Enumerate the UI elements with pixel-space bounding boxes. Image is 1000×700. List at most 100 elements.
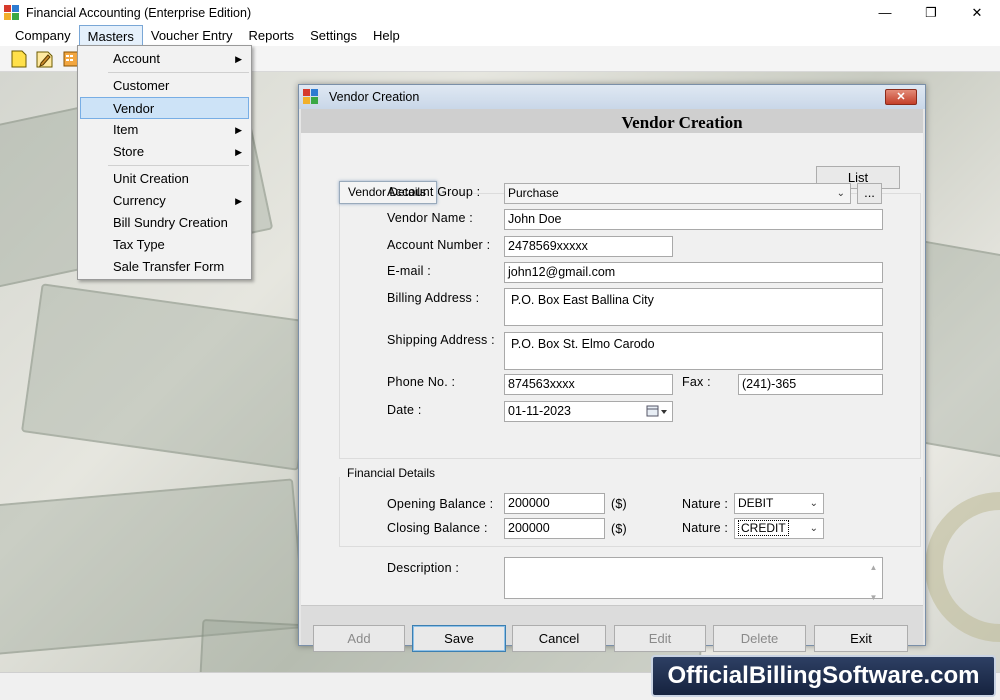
date-value: 01-11-2023 — [508, 404, 572, 418]
account-number-label: Account Number : — [387, 238, 491, 252]
menu-item-currency[interactable]: Currency ▶ — [78, 190, 251, 212]
opening-nature-value: DEBIT — [738, 496, 774, 510]
add-button[interactable]: Add — [313, 625, 405, 652]
edit-button[interactable]: Edit — [614, 625, 706, 652]
form-heading: Vendor Creation — [621, 113, 743, 132]
menu-item-sale-transfer-form[interactable]: Sale Transfer Form — [78, 256, 251, 278]
restore-icon: ❐ — [925, 4, 937, 20]
opening-nature-label: Nature : — [682, 497, 729, 511]
menu-item-label: Sale Transfer Form — [113, 259, 225, 274]
menu-item-label: Account — [113, 51, 160, 66]
dialog-body: Vendor Creation List Vendor Details Acco… — [301, 109, 923, 652]
closing-balance-label: Closing Balance : — [387, 521, 488, 535]
app-logo-icon — [303, 89, 319, 105]
menu-item-label: Tax Type — [113, 237, 165, 252]
date-picker[interactable]: 01-11-2023 — [504, 401, 673, 422]
closing-nature-value: CREDIT — [738, 520, 789, 536]
new-file-icon[interactable] — [9, 49, 29, 69]
menu-item-bill-sundry-creation[interactable]: Bill Sundry Creation — [78, 212, 251, 234]
opening-balance-label: Opening Balance : — [387, 497, 494, 511]
delete-button[interactable]: Delete — [713, 625, 806, 652]
menu-item-customer[interactable]: Customer — [78, 75, 251, 97]
shipping-address-field[interactable]: P.O. Box St. Elmo Carodo — [504, 332, 883, 370]
menu-item-label: Vendor — [113, 101, 155, 116]
menu-item-label: Customer — [113, 78, 170, 93]
opening-nature-select[interactable]: DEBIT ⌄ — [734, 493, 824, 514]
close-icon: ✕ — [896, 91, 906, 103]
vendor-creation-dialog: Vendor Creation ✕ Vendor Creation List V… — [298, 84, 926, 652]
vendor-name-label: Vendor Name : — [387, 211, 473, 225]
menu-voucher-entry[interactable]: Voucher Entry — [143, 25, 241, 46]
menu-item-label: Currency — [113, 193, 166, 208]
opening-balance-field[interactable]: 200000 — [504, 493, 605, 514]
dialog-titlebar: Vendor Creation ✕ — [299, 85, 925, 109]
account-group-select[interactable]: Purchase ⌄ — [504, 183, 851, 204]
minimize-icon: — — [878, 5, 892, 20]
billing-address-field[interactable]: P.O. Box East Ballina City — [504, 288, 883, 326]
calendar-icon[interactable] — [646, 403, 668, 421]
menu-item-account[interactable]: Account ▶ — [78, 48, 251, 70]
account-number-field[interactable]: 2478569xxxxx — [504, 236, 673, 257]
description-scrollbar[interactable]: ▲ ▼ — [867, 560, 880, 602]
menu-item-label: Store — [113, 144, 145, 159]
opening-balance-unit: ($) — [611, 497, 627, 511]
dialog-title: Vendor Creation — [329, 90, 420, 104]
dialog-close-button[interactable]: ✕ — [885, 89, 917, 105]
menu-item-label: Bill Sundry Creation — [113, 215, 228, 230]
chevron-down-icon: ⌄ — [836, 188, 845, 199]
email-label: E-mail : — [387, 264, 431, 278]
submenu-arrow-icon: ▶ — [235, 147, 242, 157]
menu-item-store[interactable]: Store ▶ — [78, 141, 251, 163]
chevron-down-icon: ⌄ — [809, 498, 818, 509]
close-window-button[interactable]: ✕ — [954, 0, 1000, 25]
account-group-browse-button[interactable]: ... — [857, 183, 882, 204]
cancel-button[interactable]: Cancel — [512, 625, 606, 652]
menu-item-label: Unit Creation — [113, 171, 189, 186]
submenu-arrow-icon: ▶ — [235, 54, 242, 64]
phone-label: Phone No. : — [387, 375, 456, 389]
masters-dropdown-menu: Account ▶ Customer Vendor Item ▶ Store ▶… — [77, 45, 252, 280]
closing-nature-label: Nature : — [682, 521, 729, 535]
menu-masters[interactable]: Masters — [78, 25, 143, 46]
chevron-down-icon: ⌄ — [809, 523, 818, 534]
description-field[interactable] — [504, 557, 883, 599]
save-button[interactable]: Save — [412, 625, 506, 652]
shipping-address-label: Shipping Address : — [387, 333, 495, 347]
date-label: Date : — [387, 403, 422, 417]
menu-item-tax-type[interactable]: Tax Type — [78, 234, 251, 256]
fax-label: Fax : — [682, 375, 711, 389]
window-title: Financial Accounting (Enterprise Edition… — [26, 5, 252, 20]
menu-separator — [108, 72, 249, 73]
submenu-arrow-icon: ▶ — [235, 125, 242, 135]
phone-field[interactable]: 874563xxxx — [504, 374, 673, 395]
account-group-value: Purchase — [508, 186, 559, 200]
menu-item-label: Item — [113, 122, 139, 137]
heading-bar: Vendor Creation — [301, 109, 923, 133]
watermark-banner: OfficialBillingSoftware.com — [651, 655, 996, 697]
window-titlebar: Financial Accounting (Enterprise Edition… — [0, 0, 1000, 25]
edit-file-icon[interactable] — [35, 49, 55, 69]
menubar: Company Masters Voucher Entry Reports Se… — [0, 25, 1000, 46]
financial-details-group — [339, 477, 921, 547]
minimize-button[interactable]: — — [862, 0, 908, 25]
app-logo-icon — [4, 4, 20, 21]
menu-settings[interactable]: Settings — [302, 25, 365, 46]
menu-help[interactable]: Help — [365, 25, 408, 46]
vendor-name-field[interactable]: John Doe — [504, 209, 883, 230]
menu-item-item[interactable]: Item ▶ — [78, 119, 251, 141]
menu-item-vendor[interactable]: Vendor — [80, 97, 249, 119]
closing-balance-unit: ($) — [611, 522, 627, 536]
closing-nature-select[interactable]: CREDIT ⌄ — [734, 518, 824, 539]
email-field[interactable]: john12@gmail.com — [504, 262, 883, 283]
submenu-arrow-icon: ▶ — [235, 196, 242, 206]
menu-company[interactable]: Company — [7, 25, 79, 46]
fax-field[interactable]: (241)-365 — [738, 374, 883, 395]
menu-item-unit-creation[interactable]: Unit Creation — [78, 168, 251, 190]
menu-reports[interactable]: Reports — [241, 25, 303, 46]
restore-button[interactable]: ❐ — [908, 0, 954, 25]
closing-balance-field[interactable]: 200000 — [504, 518, 605, 539]
exit-button[interactable]: Exit — [814, 625, 908, 652]
close-icon: ✕ — [971, 4, 983, 20]
billing-address-label: Billing Address : — [387, 291, 480, 305]
description-label: Description : — [387, 561, 460, 575]
